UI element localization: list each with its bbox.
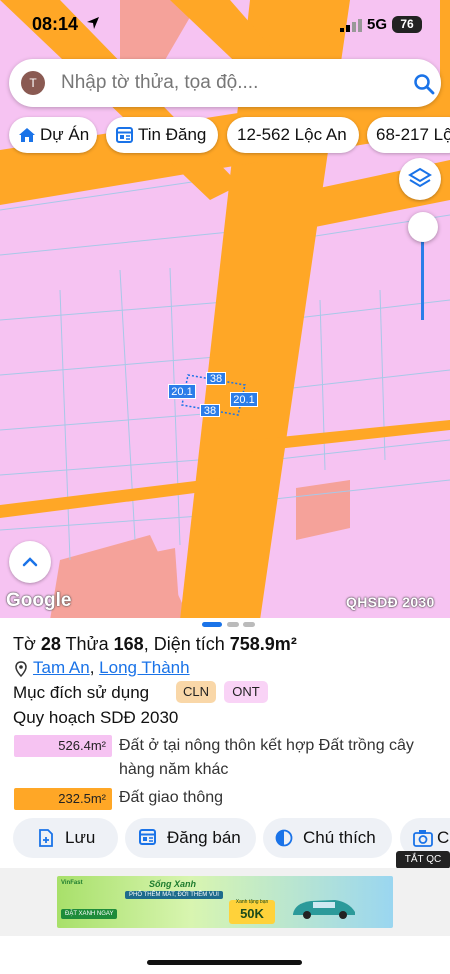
car-image [293,900,355,919]
chip-label: Dự Án [40,125,90,144]
page-indicator [0,622,450,628]
chip-du-an[interactable]: Dự Án [9,117,97,153]
parcel-address: Tam An, Long Thành [33,658,190,677]
dimension-label-bottom: 38 [200,404,220,417]
opacity-slider-handle[interactable] [408,212,438,242]
ad-headline: Sống Xanh [149,879,196,889]
expand-up-button[interactable] [9,541,51,583]
dimension-label-top: 38 [206,372,226,385]
purpose-tag-cln: CLN [176,681,216,703]
chip-recent-parcel[interactable]: 12-562 Lộc An [227,117,359,153]
chip-label: 12-562 Lộc An [237,125,347,144]
plan-item-description: Đất giao thông [119,789,224,806]
district-link[interactable]: Long Thành [99,658,189,677]
layers-button[interactable] [399,158,441,200]
page-dot-active [202,622,222,627]
house-icon [19,128,35,142]
chevron-up-icon [22,557,38,567]
layers-icon [408,167,432,188]
location-arrow-icon [87,17,99,29]
ad-subheadline: PHỐ THÊM MẤT, ĐỜI THÊM VUI [125,891,223,899]
plan-item-area: 232.5m² [14,788,112,810]
parcel-info-sheet: Tờ 28 Thửa 168, Diện tích 758.9m² Tam An… [0,618,450,974]
network-type: 5G [367,16,388,33]
plan-item-description: Đất ở tại nông thôn kết hợp Đất trồng câ… [119,737,414,778]
status-time: 08:14 [32,14,79,34]
purpose-tag-ont: ONT [224,681,268,703]
parcel-title: Tờ 28 Thửa 168, Diện tích 758.9m² [13,634,297,654]
land-use-purpose-label: Mục đích sử dụng [13,683,150,702]
listing-icon [139,829,156,845]
home-indicator[interactable] [147,960,302,965]
map-layer-name: QHSDĐ 2030 [346,594,435,610]
location-pin-icon [15,661,27,677]
search-input[interactable] [61,69,391,97]
camera-icon [413,830,433,847]
google-logo: Google [6,590,72,611]
legend-contrast-icon [275,829,293,847]
post-for-sale-button[interactable]: Đăng bán [125,818,256,858]
dimension-label-right: 20.1 [230,392,258,407]
chip-label: 68-217 Lộc An [376,125,450,144]
dimension-label-left: 20.1 [168,384,196,399]
listing-icon [116,127,133,143]
ad-banner[interactable]: VinFast ĐẶT XANH NGAY Sống Xanh PHỐ THÊM… [57,876,393,928]
signal-icon [340,19,362,32]
ad-brand: VinFast [61,880,83,886]
battery-icon: 76 [392,16,422,33]
legend-button[interactable]: Chú thích [263,818,392,858]
planning-label: Quy hoạch SDĐ 2030 [13,708,179,727]
chip-recent-parcel[interactable]: 68-217 Lộc An [367,117,450,153]
search-icon[interactable] [411,71,437,97]
chip-tin-dang[interactable]: Tin Đăng [106,117,218,153]
plan-item-area: 526.4m² [14,735,112,757]
save-button[interactable]: Lưu [13,818,118,858]
search-bar[interactable]: T [9,59,441,107]
ad-cta: ĐẶT XANH NGAY [61,909,118,919]
quick-chips: Dự Án Tin Đăng 12-562 Lộc An 68-217 Lộc … [0,117,450,153]
close-ads-button[interactable]: TẮT QC [396,851,450,869]
avatar[interactable]: T [21,71,45,95]
page-dot [243,622,255,627]
ad-banner-area: VinFast ĐẶT XANH NGAY Sống Xanh PHỐ THÊM… [0,868,450,936]
save-plus-icon [39,829,53,847]
chip-label: Tin Đăng [138,125,207,144]
status-bar: 08:14 5G 76 [0,0,450,50]
ad-badge: Xanh tặng bạn 50K [229,899,275,924]
action-bar: Lưu Đăng bán Chú thích C [0,818,450,858]
commune-link[interactable]: Tam An [33,658,90,677]
page-dot [227,622,239,627]
